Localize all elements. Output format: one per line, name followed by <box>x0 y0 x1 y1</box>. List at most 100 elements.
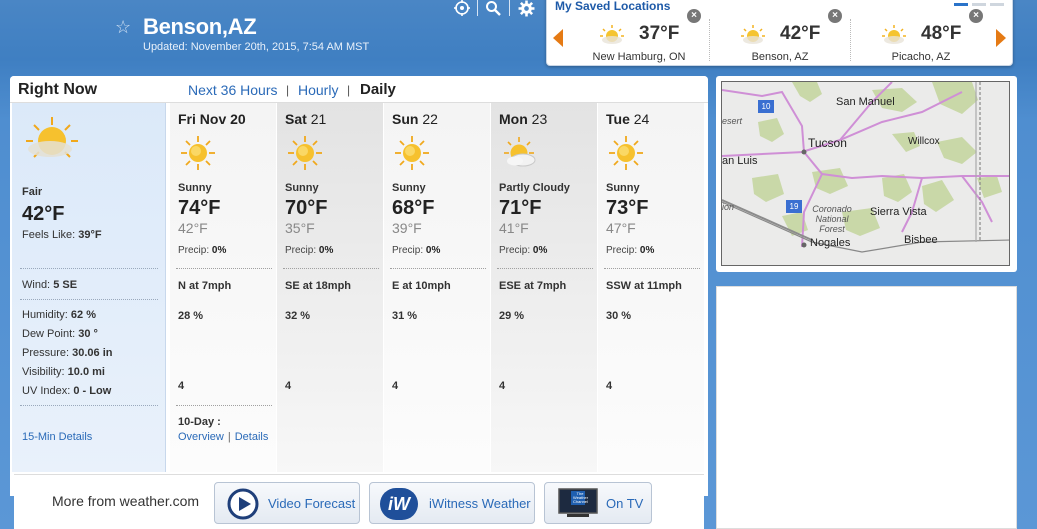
sun-icon <box>392 133 432 178</box>
close-icon[interactable]: × <box>969 9 983 23</box>
tab-daily[interactable]: Daily <box>360 81 396 98</box>
weather-map[interactable]: San Manuel Tucson Willcox Coronado Natio… <box>721 81 1010 266</box>
day-wind: N at 7mph <box>178 280 232 292</box>
15-min-details-link[interactable]: 15-Min Details <box>22 431 92 443</box>
divider <box>20 268 158 269</box>
page-title: Benson,AZ <box>143 14 257 39</box>
day-low: 42°F <box>178 220 208 236</box>
day-high: 68°F <box>392 197 435 219</box>
day-humidity: 30 % <box>606 310 632 322</box>
day-humidity: 31 % <box>392 310 418 322</box>
more-from-bar: More from weather.com Video Forecast iW … <box>14 474 704 529</box>
tab-hourly[interactable]: Hourly <box>298 82 338 98</box>
divider <box>20 405 158 406</box>
day-wind: E at 10mph <box>392 280 451 292</box>
day-wind: SE at 18mph <box>285 280 352 292</box>
current-temp: 42°F <box>22 203 65 225</box>
map-label: San Manuel <box>836 96 895 108</box>
day-column-fri: Fri Nov 20 Sunny 74°F 42°F Precip: 0% N … <box>170 103 276 472</box>
day-condition: Sunny <box>392 182 426 194</box>
wind: Wind: 5 SE <box>22 279 78 291</box>
sun-icon <box>599 25 625 52</box>
day-uv: 4 <box>606 380 613 392</box>
divider <box>176 405 272 406</box>
day-precip: Precip: 0% <box>392 245 441 256</box>
divider <box>497 268 593 269</box>
tab-separator: | <box>286 83 290 97</box>
saved-location-temp: 42°F <box>780 23 821 44</box>
day-precip: Precip: 0% <box>178 245 227 256</box>
saved-location-name: Benson, AZ <box>751 51 809 63</box>
saved-location-name: Picacho, AZ <box>891 51 951 63</box>
forecast-panel: Right Now Next 36 Hours | Hourly | Daily… <box>10 76 708 496</box>
sun-icon <box>740 25 766 52</box>
interstate-shield-icon: 19 <box>786 200 802 213</box>
map-label: ion <box>722 202 735 212</box>
day-humidity: 29 % <box>499 310 525 322</box>
tab-next-36-hours[interactable]: Next 36 Hours <box>188 82 277 98</box>
map-label: Sierra Vista <box>870 206 927 218</box>
map-label: an Luis <box>722 155 758 167</box>
gear-icon[interactable] <box>516 0 536 16</box>
map-label: Tucson <box>808 136 847 150</box>
header-divider <box>477 0 478 16</box>
divider <box>604 268 700 269</box>
current-condition: Fair <box>22 186 43 198</box>
pressure: Pressure: 30.06 in <box>22 347 113 359</box>
next-arrow-icon[interactable] <box>996 29 1006 47</box>
forecast-tabs: Right Now Next 36 Hours | Hourly | Daily <box>10 76 708 103</box>
more-title: More from weather.com <box>52 493 200 509</box>
partly-cloudy-icon <box>499 133 539 178</box>
overview-link[interactable]: Overview <box>178 431 224 443</box>
map-label: Willcox <box>908 136 940 147</box>
saved-location-item[interactable]: 48°F Picacho, AZ × <box>851 9 991 65</box>
tab-separator: | <box>347 83 351 97</box>
map-panel: San Manuel Tucson Willcox Coronado Natio… <box>716 76 1017 272</box>
day-uv: 4 <box>178 380 185 392</box>
saved-location-item[interactable]: 37°F New Hamburg, ON × <box>569 9 709 65</box>
day-high: 74°F <box>178 197 221 219</box>
details-link[interactable]: Details <box>235 431 269 443</box>
video-forecast-button[interactable]: Video Forecast <box>214 482 360 524</box>
day-uv: 4 <box>499 380 506 392</box>
divider <box>176 268 272 269</box>
location-target-icon[interactable] <box>452 0 472 16</box>
day-low: 35°F <box>285 220 315 236</box>
close-icon[interactable]: × <box>828 9 842 23</box>
map-label: Bisbee <box>904 234 938 246</box>
close-icon[interactable]: × <box>687 9 701 23</box>
updated-timestamp: Updated: November 20th, 2015, 7:54 AM MS… <box>143 41 370 53</box>
search-icon[interactable] <box>483 0 503 16</box>
day-precip: Precip: 0% <box>285 245 334 256</box>
day-column-sat: Sat 21 Sunny 70°F 35°F Precip: 0% SE at … <box>277 103 383 472</box>
saved-location-item[interactable]: 42°F Benson, AZ × <box>710 9 850 65</box>
tv-icon: The Weather Channel <box>557 488 599 525</box>
play-icon <box>227 488 259 525</box>
day-name: Tue 24 <box>606 111 650 127</box>
uv-index: UV Index: 0 - Low <box>22 385 112 397</box>
visibility: Visibility: 10.0 mi <box>22 366 105 378</box>
right-now-title: Right Now <box>18 81 98 98</box>
favorite-star-icon[interactable]: ☆ <box>115 18 133 36</box>
sun-icon <box>178 133 218 178</box>
day-precip: Precip: 0% <box>606 245 655 256</box>
ad-placeholder <box>716 286 1017 529</box>
day-condition: Sunny <box>285 182 319 194</box>
day-humidity: 28 % <box>178 310 204 322</box>
iwitness-weather-button[interactable]: iW iWitness Weather <box>369 482 535 524</box>
day-name: Fri Nov 20 <box>178 111 246 127</box>
sun-icon <box>881 25 907 52</box>
carousel-indicator[interactable] <box>954 3 1004 6</box>
divider <box>283 268 379 269</box>
day-column-sun: Sun 22 Sunny 68°F 39°F Precip: 0% E at 1… <box>384 103 490 472</box>
prev-arrow-icon[interactable] <box>553 29 563 47</box>
day-column-tue: Tue 24 Sunny 73°F 47°F Precip: 0% SSW at… <box>598 103 704 472</box>
ten-day-links: Overview | Details <box>178 431 269 443</box>
saved-locations-panel: My Saved Locations 37°F New Hamburg, ON … <box>546 0 1013 66</box>
day-uv: 4 <box>392 380 399 392</box>
saved-location-name: New Hamburg, ON <box>592 51 686 63</box>
day-precip: Precip: 0% <box>499 245 548 256</box>
day-condition: Sunny <box>606 182 640 194</box>
on-tv-button[interactable]: The Weather Channel On TV <box>544 482 652 524</box>
day-wind: SSW at 11mph <box>606 280 682 292</box>
